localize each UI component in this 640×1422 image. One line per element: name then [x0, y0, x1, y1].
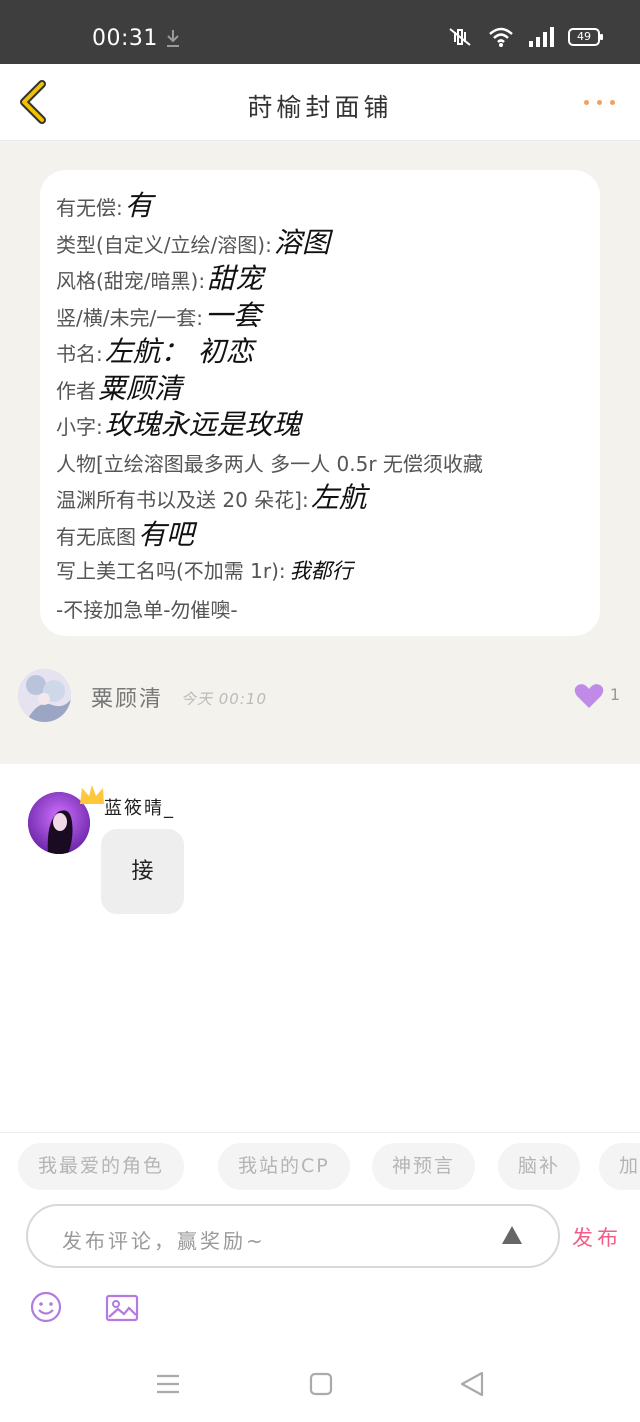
comment-input[interactable]: 发布评论，赢奖励~	[26, 1204, 560, 1268]
post-line: -不接加急单-勿催噢-	[56, 590, 584, 627]
more-options-icon[interactable]	[582, 92, 618, 112]
triangle-up-icon[interactable]	[500, 1224, 524, 1246]
line-answer: 一套	[204, 298, 261, 332]
author-row: 粟顾清 今天 00:10 1	[18, 669, 622, 723]
post-line: 书名:左航： 初恋	[56, 334, 584, 371]
post-line: 类型(自定义/立绘/溶图):溶图	[56, 225, 584, 262]
status-icons: 49	[446, 26, 603, 48]
line-answer: 左航： 初恋	[104, 335, 254, 368]
tag-bar: 我最爱的角色 我站的CP 神预言 脑补 加	[0, 1132, 640, 1200]
avatar[interactable]	[18, 669, 71, 722]
publish-button[interactable]: 发布	[572, 1222, 622, 1252]
tag-chip[interactable]: 我站的CP	[218, 1143, 350, 1190]
line-answer: 左航	[310, 481, 367, 514]
tag-chip[interactable]: 神预言	[372, 1143, 476, 1190]
line-answer: 粟顾清	[98, 371, 183, 405]
line-label: 作者	[56, 378, 96, 403]
post-line: 写上美工名吗(不加需 1r): 我都行	[56, 553, 584, 590]
nav-back-icon[interactable]	[459, 1370, 485, 1398]
heart-icon[interactable]	[574, 683, 604, 709]
emoji-icon[interactable]	[30, 1291, 62, 1323]
post-time: 今天 00:10	[181, 690, 267, 708]
header: 莳榆封面铺	[0, 64, 640, 141]
line-label: 人物[立绘溶图最多两人 多一人 0.5r 无偿须收藏	[56, 451, 483, 476]
line-label: 有无偿:	[56, 196, 123, 220]
post-line: 小字:玫瑰永远是玫瑰	[56, 407, 584, 444]
status-time: 00:31	[92, 26, 158, 51]
line-label: 风格(甜宠/暗黑):	[56, 269, 206, 293]
tag-chip[interactable]: 我最爱的角色	[18, 1143, 185, 1190]
tag-chip[interactable]: 脑补	[498, 1143, 581, 1190]
line-answer: 有吧	[138, 517, 195, 551]
crown-icon	[80, 785, 104, 804]
line-label: -不接加急单-勿催噢-	[56, 597, 238, 622]
line-label: 竖/横/未完/一套:	[56, 305, 203, 330]
page-title: 莳榆封面铺	[247, 93, 393, 122]
home-icon[interactable]	[309, 1372, 333, 1396]
line-label: 小字:	[56, 415, 103, 439]
line-label: 有无底图	[56, 524, 136, 549]
line-label: 书名:	[56, 342, 103, 366]
comment: 蓝筱晴_ 接	[0, 764, 640, 964]
battery-icon: 49	[568, 28, 603, 46]
post-line: 人物[立绘溶图最多两人 多一人 0.5r 无偿须收藏	[56, 444, 584, 481]
post-line: 温渊所有书以及送 20 朵花]:左航	[56, 480, 584, 517]
post-line: 有无偿:有	[56, 188, 584, 225]
input-placeholder: 发布评论，赢奖励~	[62, 1229, 266, 1253]
like-count: 1	[609, 685, 620, 704]
menu-icon[interactable]	[155, 1372, 181, 1396]
signal-icon	[529, 27, 554, 47]
post-card: 有无偿:有 类型(自定义/立绘/溶图):溶图 风格(甜宠/暗黑):甜宠 竖/横/…	[40, 170, 600, 636]
line-answer: 有	[124, 189, 153, 222]
mute-vibrate-icon	[449, 28, 471, 46]
status-bar: 00:31 49	[0, 0, 640, 64]
post-area: 有无偿:有 类型(自定义/立绘/溶图):溶图 风格(甜宠/暗黑):甜宠 竖/横/…	[0, 141, 640, 764]
post-line: 作者粟顾清	[56, 371, 584, 408]
download-icon	[167, 30, 179, 47]
line-label: 写上美工名吗(不加需 1r):	[56, 559, 286, 583]
tag-chip[interactable]: 加	[599, 1143, 640, 1190]
system-nav-bar	[0, 1350, 640, 1422]
line-answer: 甜宠	[207, 262, 264, 295]
line-label: 温渊所有书以及送 20 朵花]:	[56, 488, 309, 512]
line-label: 类型(自定义/立绘/溶图):	[56, 232, 272, 257]
avatar-image	[18, 669, 71, 722]
comment-bubble: 接	[101, 829, 184, 914]
post-line: 有无底图有吧	[56, 517, 584, 554]
line-answer: 溶图	[273, 225, 330, 259]
commenter-name[interactable]: 蓝筱晴_	[104, 794, 175, 820]
wifi-icon	[489, 27, 513, 47]
image-icon[interactable]	[105, 1294, 139, 1322]
post-line: 竖/横/未完/一套:一套	[56, 298, 584, 335]
line-answer: 我都行	[289, 559, 353, 583]
post-line: 风格(甜宠/暗黑):甜宠	[56, 261, 584, 298]
author-name[interactable]: 粟顾清	[91, 681, 163, 713]
line-answer: 玫瑰永远是玫瑰	[104, 408, 301, 441]
